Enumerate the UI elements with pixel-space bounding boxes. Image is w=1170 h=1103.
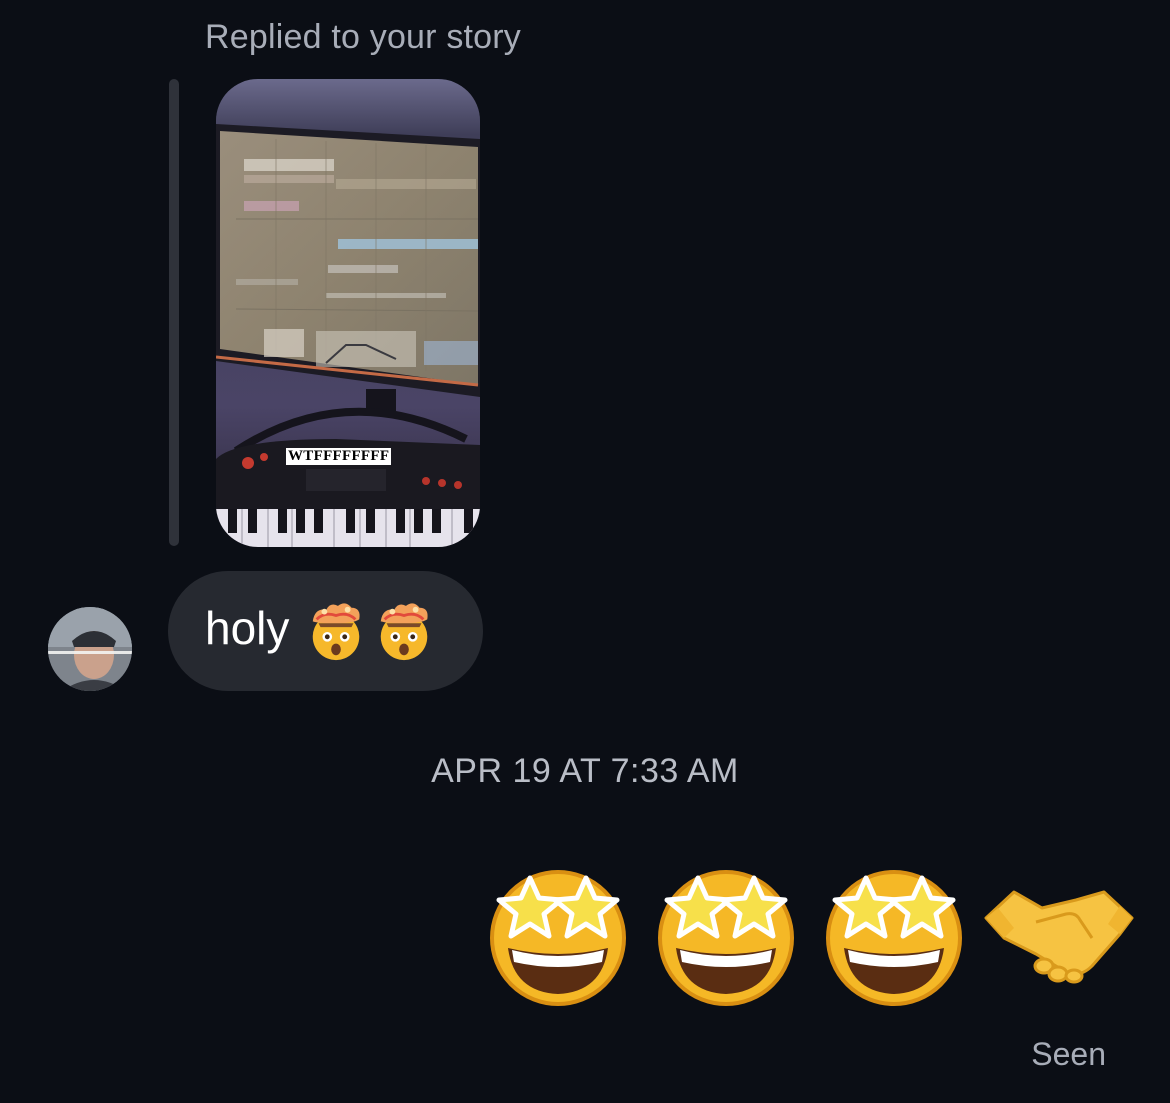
story-reply-label: Replied to your story	[205, 18, 522, 56]
seen-status: Seen	[1031, 1036, 1106, 1072]
message-text: holy	[205, 602, 290, 654]
message-emojis	[305, 600, 441, 662]
story-image	[216, 79, 480, 547]
exploding-head-emoji-icon	[381, 603, 428, 661]
star-struck-emoji-icon	[826, 870, 962, 1006]
story-thumbnail[interactable]: WTFFFFFFFF	[216, 79, 480, 547]
story-sticker-text: WTFFFFFFFF	[286, 448, 392, 465]
exploding-head-emoji-icon	[313, 603, 360, 661]
message-timestamp: APR 19 AT 7:33 AM	[431, 752, 739, 790]
avatar-image	[48, 607, 132, 691]
star-struck-emoji-icon	[658, 870, 794, 1006]
star-struck-emoji-icon	[490, 870, 626, 1006]
message-bubble-incoming[interactable]: holy	[168, 571, 483, 691]
handshake-emoji-icon	[984, 890, 1134, 984]
avatar[interactable]	[48, 607, 132, 691]
message-emoji-outgoing[interactable]	[478, 858, 1143, 1008]
reply-quote-bar	[169, 79, 179, 546]
